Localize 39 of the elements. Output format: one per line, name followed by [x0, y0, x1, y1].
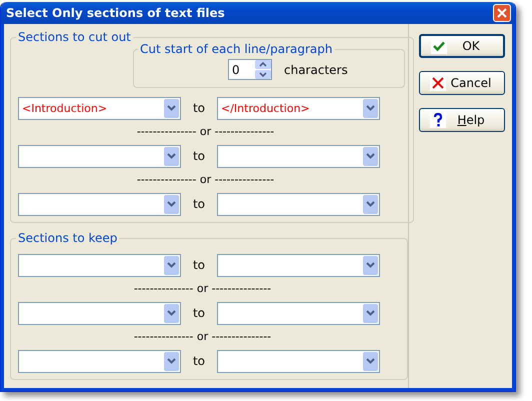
dropdown-field[interactable]: [217, 144, 380, 168]
cancel-button[interactable]: Cancel: [419, 71, 505, 95]
dropdown-field[interactable]: [217, 254, 380, 276]
group-title: Sections to cut out: [17, 30, 132, 44]
dropdown-field[interactable]: [18, 350, 181, 372]
group-title: Sections to keep: [17, 231, 118, 245]
dropdown-field[interactable]: [18, 254, 181, 276]
close-icon: [497, 8, 507, 18]
dropdown-field[interactable]: [217, 302, 380, 324]
close-button[interactable]: [493, 4, 511, 22]
to-label: to: [192, 101, 206, 115]
dropdown-field[interactable]: [18, 144, 181, 168]
to-label: to: [192, 149, 206, 163]
window-title: Select Only sections of text files: [6, 6, 225, 20]
checkmark-icon: [431, 38, 447, 54]
field-value: </Introduction>: [221, 102, 310, 114]
field-value: <Introduction>: [22, 102, 108, 114]
help-button[interactable]: Help: [419, 108, 505, 132]
dropdown-field[interactable]: <Introduction>: [18, 96, 181, 120]
to-label: to: [192, 306, 206, 320]
or-separator: --------------- or ---------------: [136, 125, 274, 138]
to-label: to: [192, 258, 206, 272]
number-field[interactable]: 0: [228, 59, 272, 80]
dropdown-field[interactable]: [217, 192, 380, 216]
to-label: to: [192, 354, 206, 368]
question-icon: [430, 112, 446, 128]
spinner-arrows-icon[interactable]: [255, 60, 271, 79]
or-separator: --------------- or ---------------: [134, 282, 272, 295]
dropdown-field[interactable]: [217, 350, 380, 372]
unit-label: characters: [284, 62, 348, 76]
to-label: to: [192, 197, 206, 211]
close-icon: [430, 75, 446, 91]
dropdown-field[interactable]: [18, 302, 181, 324]
or-separator: --------------- or ---------------: [136, 173, 274, 186]
or-separator: --------------- or ---------------: [134, 330, 272, 343]
dropdown-field[interactable]: [18, 192, 181, 216]
group-title: Cut start of each line/paragraph: [139, 42, 334, 56]
ok-button[interactable]: OK: [419, 34, 505, 58]
dropdown-field[interactable]: </Introduction>: [217, 96, 380, 120]
